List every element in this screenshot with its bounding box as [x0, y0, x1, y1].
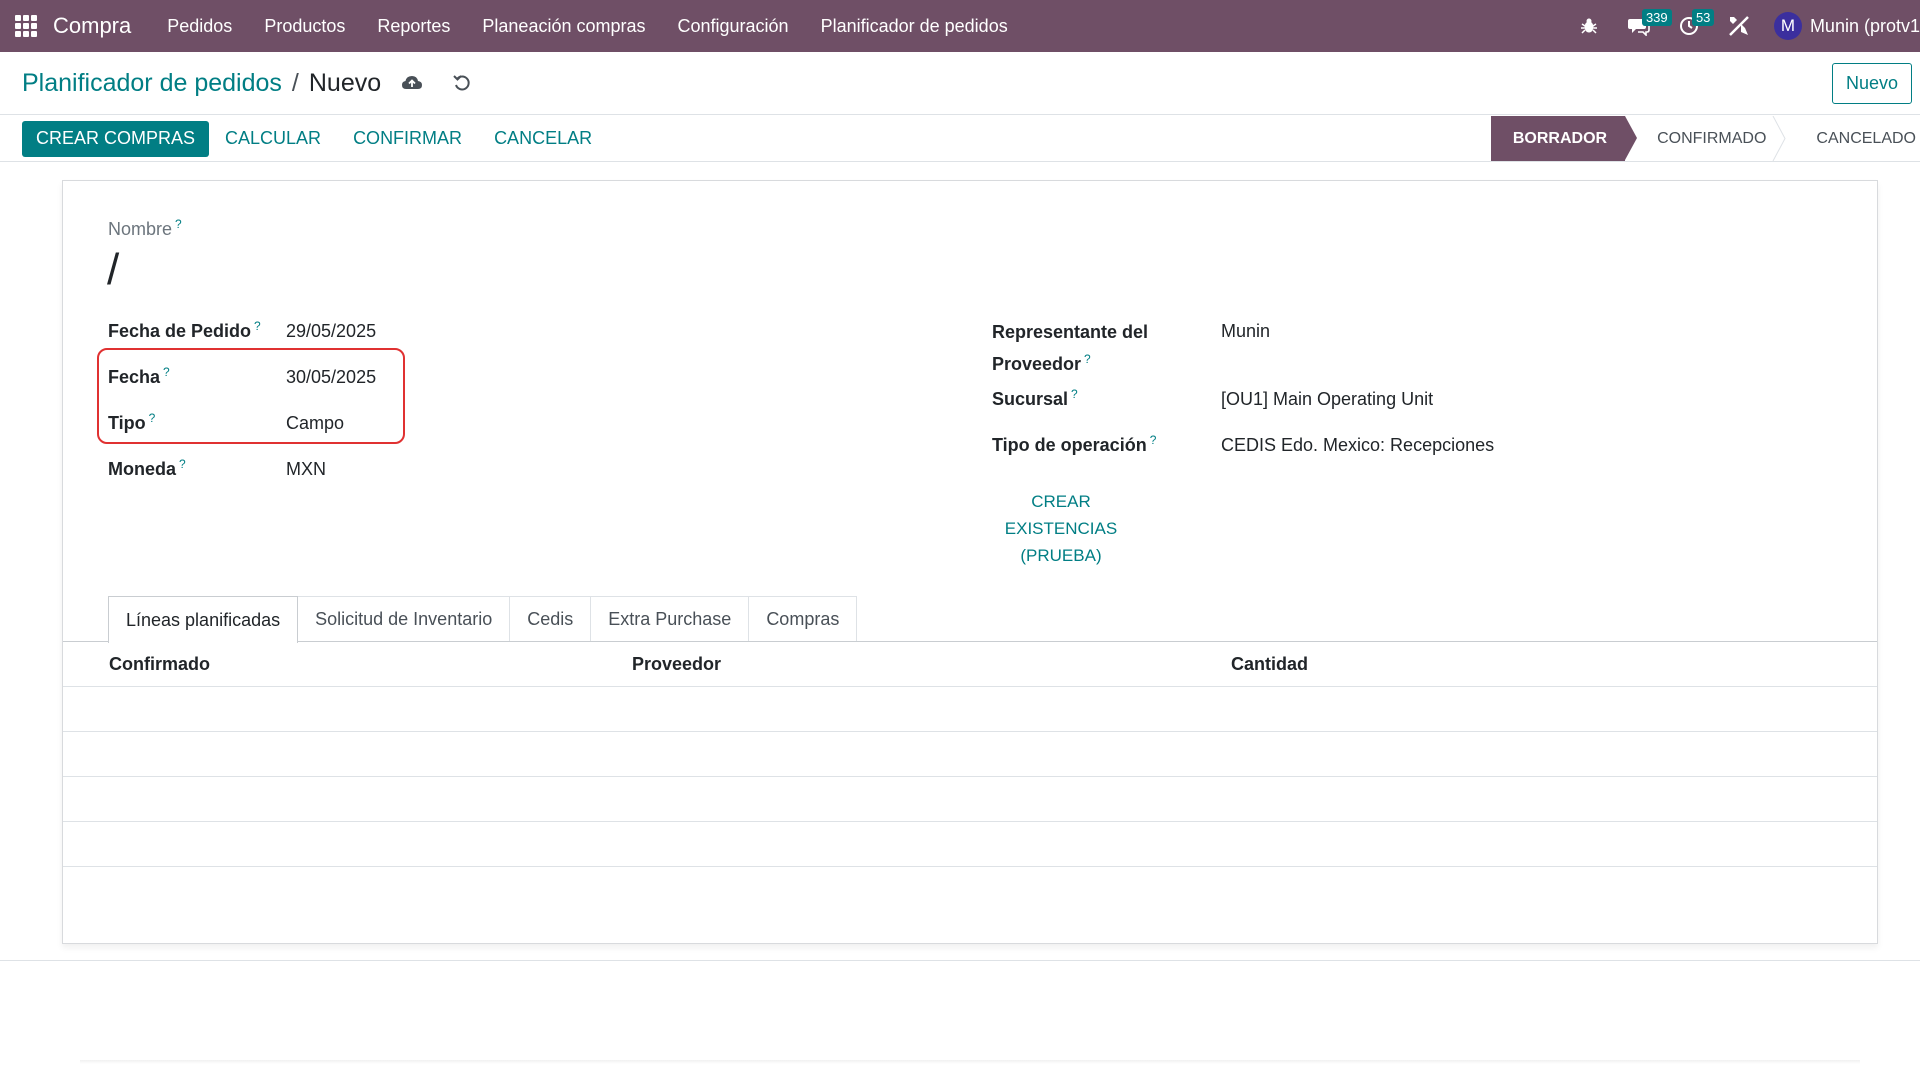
page-bottom-shadow [80, 1060, 1860, 1064]
user-name[interactable]: Munin (protv1 [1810, 16, 1920, 37]
user-avatar[interactable]: M [1773, 12, 1802, 40]
help-icon[interactable]: ? [163, 365, 170, 379]
tab-extra-purchase[interactable]: Extra Purchase [590, 596, 750, 642]
order-date-field[interactable]: 29/05/2025 [286, 321, 376, 342]
type-field[interactable]: Campo [286, 413, 344, 434]
menu-planificador-pedidos[interactable]: Planificador de pedidos [805, 16, 1024, 37]
menu-planeacion-compras[interactable]: Planeación compras [466, 16, 661, 37]
tab-solicitud-inventario[interactable]: Solicitud de Inventario [297, 596, 511, 642]
activities-count-badge: 53 [1691, 9, 1715, 26]
stage-confirmado[interactable]: CONFIRMADO [1625, 116, 1786, 161]
app-grid-icon[interactable] [15, 15, 37, 37]
stage-borrador[interactable]: BORRADOR [1490, 116, 1638, 161]
type-label: Tipo? [108, 411, 156, 433]
tab-compras[interactable]: Compras [748, 596, 858, 642]
breadcrumb-parent-link[interactable]: Planificador de pedidos [22, 69, 282, 98]
help-icon[interactable]: ? [254, 319, 261, 333]
action-bar: CREAR COMPRAS CALCULAR CONFIRMAR CANCELA… [0, 116, 1920, 162]
activity-clock-icon[interactable]: 53 [1672, 0, 1715, 52]
help-icon[interactable]: ? [1071, 387, 1078, 401]
control-panel: Planificador de pedidos / Nuevo Nuevo [0, 52, 1920, 115]
table-row[interactable] [63, 687, 1877, 732]
help-icon[interactable]: ? [179, 457, 186, 471]
operation-type-label: Tipo de operación? [992, 433, 1157, 455]
help-icon[interactable]: ? [175, 217, 182, 231]
date-label: Fecha? [108, 365, 170, 387]
app-name[interactable]: Compra [53, 13, 131, 39]
table-header: Confirmado Proveedor Cantidad [63, 642, 1877, 687]
name-field[interactable]: / [107, 245, 119, 295]
stage-cancelado[interactable]: CANCELADO [1784, 116, 1920, 161]
column-header-confirmado[interactable]: Confirmado [109, 654, 210, 675]
form-sheet: Nombre? / Fecha de Pedido? 29/05/2025 Fe… [62, 180, 1878, 944]
cancel-button[interactable]: CANCELAR [478, 128, 608, 149]
help-icon[interactable]: ? [1084, 352, 1091, 366]
tools-icon[interactable] [1722, 0, 1756, 52]
vendor-rep-field[interactable]: Munin [1221, 321, 1270, 342]
menu-reportes[interactable]: Reportes [361, 16, 466, 37]
menu-productos[interactable]: Productos [248, 16, 361, 37]
stage-borrador-label: BORRADOR [1512, 129, 1608, 147]
column-header-proveedor[interactable]: Proveedor [632, 654, 721, 675]
branch-field[interactable]: [OU1] Main Operating Unit [1221, 389, 1433, 410]
breadcrumb-separator: / [291, 68, 299, 97]
status-bar: BORRADOR CONFIRMADO CANCELADO [1490, 116, 1920, 161]
date-field[interactable]: 30/05/2025 [286, 367, 376, 388]
currency-label: Moneda? [108, 457, 186, 479]
messages-icon[interactable]: 339 [1622, 0, 1672, 52]
operation-type-field[interactable]: CEDIS Edo. Mexico: Recepciones [1221, 435, 1494, 456]
name-label: Nombre? [108, 217, 182, 239]
help-icon[interactable]: ? [1150, 433, 1157, 447]
stage-confirmado-label: CONFIRMADO [1657, 129, 1767, 147]
confirm-button[interactable]: CONFIRMAR [337, 128, 478, 149]
currency-field[interactable]: MXN [286, 459, 326, 480]
discard-undo-icon[interactable] [453, 74, 471, 92]
order-date-label: Fecha de Pedido? [108, 319, 261, 341]
create-purchases-button[interactable]: CREAR COMPRAS [22, 120, 210, 157]
stage-arrow [1625, 116, 1638, 160]
notebook-tabs: Líneas planificadas Solicitud de Inventa… [108, 596, 858, 643]
menu-configuracion[interactable]: Configuración [662, 16, 805, 37]
new-record-button[interactable]: Nuevo [1831, 63, 1912, 104]
menu-pedidos[interactable]: Pedidos [151, 16, 248, 37]
table-row[interactable] [63, 777, 1877, 822]
help-icon[interactable]: ? [149, 411, 156, 425]
save-cloud-icon[interactable] [401, 74, 423, 92]
calculate-button[interactable]: CALCULAR [209, 128, 337, 149]
create-stock-test-button[interactable]: CREAR EXISTENCIAS (PRUEBA) [986, 488, 1136, 569]
tab-lineas-planificadas[interactable]: Líneas planificadas [108, 596, 299, 643]
tab-cedis[interactable]: Cedis [509, 596, 592, 642]
page-divider [0, 960, 1920, 961]
table-row[interactable] [63, 732, 1877, 777]
stage-cancelado-label: CANCELADO [1816, 129, 1916, 147]
column-header-cantidad[interactable]: Cantidad [1231, 654, 1308, 675]
branch-label: Sucursal? [992, 387, 1078, 409]
vendor-rep-label: Representante del Proveedor? [992, 322, 1149, 374]
messages-count-badge: 339 [1641, 9, 1672, 26]
breadcrumb-current: Nuevo [308, 68, 382, 97]
table-row[interactable] [63, 822, 1877, 867]
bug-icon[interactable] [1572, 0, 1606, 52]
top-navbar: Compra Pedidos Productos Reportes Planea… [0, 0, 1920, 52]
